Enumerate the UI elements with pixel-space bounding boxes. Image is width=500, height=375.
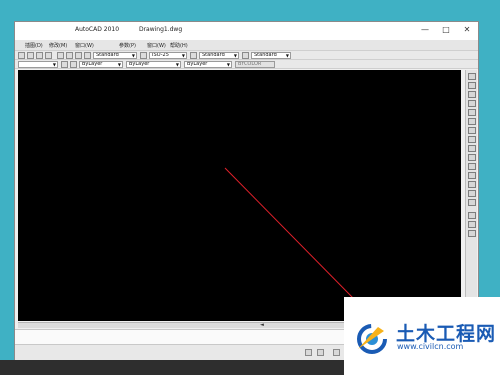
linetype-select[interactable]: ByLayer ▼	[126, 61, 181, 68]
copy-icon[interactable]	[468, 82, 476, 89]
plot-style-select[interactable]: BYCOLOR	[235, 61, 275, 68]
watermark-url: www.civilcn.com	[397, 342, 464, 351]
chevron-down-icon: ▼	[226, 62, 230, 67]
menu-bar: 插图(D) 修改(M) 窗口(W) 参数(P) 窗口(W) 帮助(H)	[15, 40, 478, 51]
undo-icon[interactable]	[57, 52, 64, 59]
window-title: AutoCAD 2010 Drawing1.dwg	[75, 26, 200, 33]
chamfer-icon[interactable]	[468, 190, 476, 197]
table-style-icon	[190, 52, 197, 59]
maximize-button[interactable]: □	[439, 24, 453, 36]
properties-toolbar: ▼ ByLayer ▼ ByLayer ▼ ByLayer ▼ BYCOLOR	[15, 60, 478, 69]
plot-style-value: BYCOLOR	[238, 61, 262, 67]
table-style-value: Standard	[202, 52, 225, 58]
chevron-down-icon: ▼	[117, 62, 121, 67]
mirror-icon[interactable]	[468, 91, 476, 98]
scroll-left-icon[interactable]: ◄	[260, 322, 264, 328]
extend-icon[interactable]	[468, 163, 476, 170]
layout-icon[interactable]	[317, 349, 324, 356]
properties-icon[interactable]	[468, 221, 476, 228]
close-button[interactable]: ✕	[460, 24, 474, 36]
open-icon[interactable]	[27, 52, 34, 59]
match-properties-icon[interactable]	[468, 230, 476, 237]
offset-icon[interactable]	[468, 100, 476, 107]
app-title: AutoCAD 2010	[75, 26, 120, 33]
layer-tool-icon[interactable]	[70, 61, 77, 68]
chevron-down-icon: ▼	[285, 53, 289, 58]
multileader-style-value: Standard	[254, 52, 277, 58]
modify-toolbar	[465, 70, 477, 321]
text-style-icon	[84, 52, 91, 59]
document-title: Drawing1.dwg	[138, 26, 183, 33]
table-style-select[interactable]: Standard ▼	[199, 52, 239, 59]
red-line[interactable]	[224, 167, 356, 301]
menu-item[interactable]: 窗口(W)	[75, 42, 94, 49]
break-icon[interactable]	[468, 172, 476, 179]
dim-style-value: ISO-25	[152, 52, 169, 58]
layer-select[interactable]: ▼	[18, 61, 58, 68]
dim-style-icon	[140, 52, 147, 59]
multileader-style-icon	[242, 52, 249, 59]
trim-icon[interactable]	[468, 154, 476, 161]
watermark: 土木工程网 www.civilcn.com	[344, 297, 500, 375]
pan-icon[interactable]	[333, 349, 340, 356]
chevron-down-icon: ▼	[52, 62, 56, 67]
drawing-svg	[224, 167, 356, 301]
erase-icon[interactable]	[468, 73, 476, 80]
chevron-down-icon: ▼	[175, 62, 179, 67]
lineweight-select[interactable]: ByLayer ▼	[184, 61, 232, 68]
chevron-down-icon: ▼	[181, 53, 185, 58]
plot-icon[interactable]	[45, 52, 52, 59]
rotate-icon[interactable]	[468, 127, 476, 134]
menu-item[interactable]: 参数(P)	[119, 42, 136, 49]
text-style-value: Standard	[96, 52, 119, 58]
pan-icon[interactable]	[75, 52, 82, 59]
scale-icon[interactable]	[468, 136, 476, 143]
model-space-icon[interactable]	[305, 349, 312, 356]
color-select[interactable]: ByLayer ▼	[79, 61, 123, 68]
standard-toolbar: Standard ▼ ISO-25 ▼ Standard ▼ Standard …	[15, 51, 478, 60]
color-value: ByLayer	[82, 61, 103, 67]
array-icon[interactable]	[468, 109, 476, 116]
multileader-style-select[interactable]: Standard ▼	[251, 52, 291, 59]
minimize-button[interactable]: —	[418, 24, 432, 36]
fillet-icon[interactable]	[468, 199, 476, 206]
drawing-canvas[interactable]	[18, 70, 461, 321]
stretch-icon[interactable]	[468, 145, 476, 152]
save-icon[interactable]	[36, 52, 43, 59]
explode-icon[interactable]	[468, 212, 476, 219]
menu-item[interactable]: 插图(D)	[25, 42, 43, 49]
text-style-select[interactable]: Standard ▼	[93, 52, 137, 59]
linetype-value: ByLayer	[129, 61, 150, 67]
redo-icon[interactable]	[66, 52, 73, 59]
menu-item[interactable]: 窗口(W)	[147, 42, 166, 49]
join-icon[interactable]	[468, 181, 476, 188]
layer-tool-icon[interactable]	[61, 61, 68, 68]
chevron-down-icon: ▼	[131, 53, 135, 58]
civilcn-logo-icon	[357, 324, 387, 354]
chevron-down-icon: ▼	[233, 53, 237, 58]
menu-item[interactable]: 修改(M)	[49, 42, 67, 49]
move-icon[interactable]	[468, 118, 476, 125]
lineweight-value: ByLayer	[187, 61, 208, 67]
new-icon[interactable]	[18, 52, 25, 59]
title-bar: AutoCAD 2010 Drawing1.dwg — □ ✕	[15, 22, 478, 40]
menu-item[interactable]: 帮助(H)	[170, 42, 188, 49]
dim-style-select[interactable]: ISO-25 ▼	[149, 52, 187, 59]
